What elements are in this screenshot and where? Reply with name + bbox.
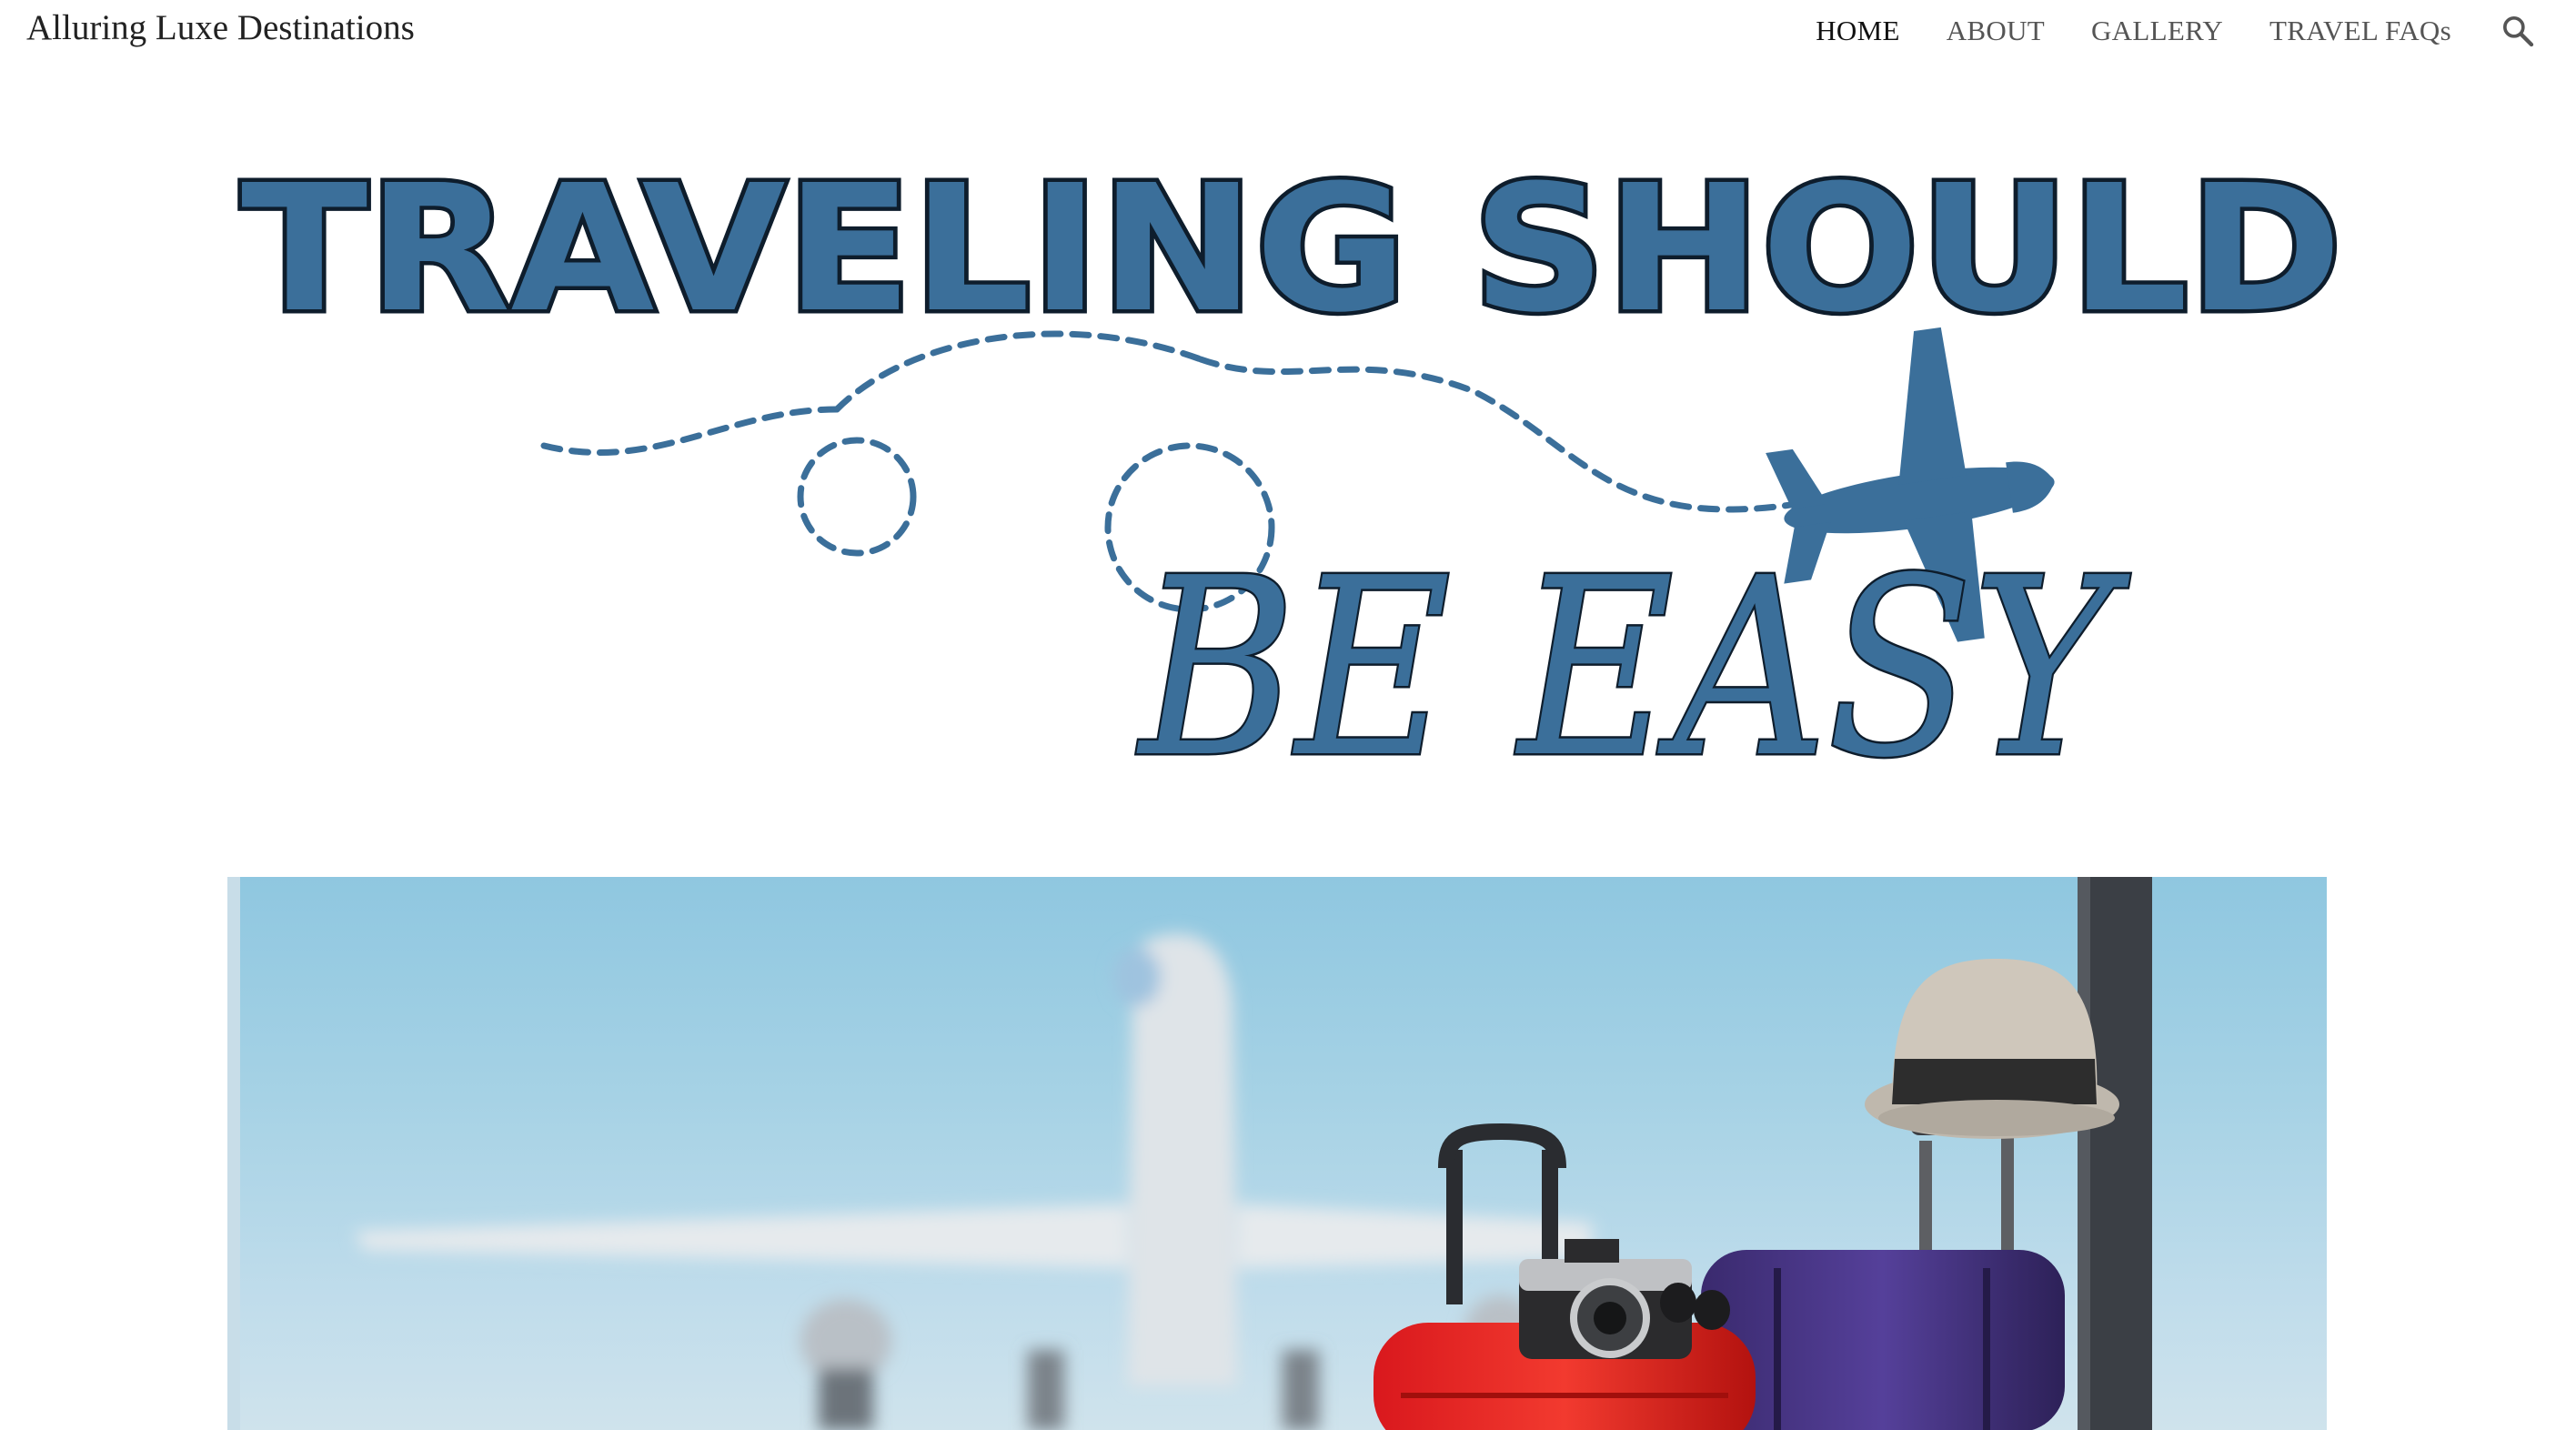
- nav-item-home[interactable]: HOME: [1816, 15, 1899, 47]
- nav-item-travel-faqs[interactable]: TRAVEL FAQs: [2269, 15, 2451, 47]
- hero-photo-luggage-airplane: [227, 877, 2327, 1430]
- search-icon: [2503, 16, 2534, 47]
- nav-item-about[interactable]: ABOUT: [1947, 15, 2045, 47]
- hero-headline-line2: BE EASY: [1136, 525, 2132, 791]
- hero-headline-line1: TRAVELING SHOULD: [241, 148, 2342, 351]
- search-button[interactable]: [2500, 13, 2536, 49]
- top-navigation-bar: Alluring Luxe Destinations HOME ABOUT GA…: [0, 0, 2576, 65]
- main-nav: HOME ABOUT GALLERY TRAVEL FAQs: [1769, 13, 2536, 49]
- hero-banner: TRAVELING SHOULD BE EASY: [218, 136, 2365, 792]
- nav-item-gallery[interactable]: GALLERY: [2091, 15, 2223, 47]
- site-title-link[interactable]: Alluring Luxe Destinations: [26, 7, 415, 48]
